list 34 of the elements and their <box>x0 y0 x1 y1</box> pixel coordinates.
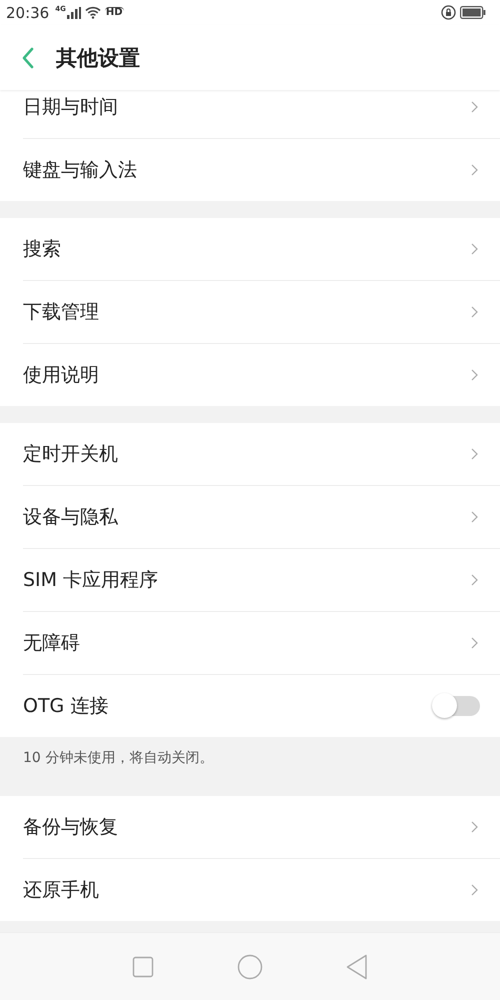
chevron-icon[interactable] <box>471 821 478 833</box>
chevron-icon[interactable] <box>471 101 478 113</box>
chevron-icon[interactable] <box>471 511 478 523</box>
chevron-icon[interactable] <box>471 243 478 255</box>
setting-label[interactable]: 设备与隐私 <box>23 504 118 530</box>
status-time: 20:36 <box>6 4 50 22</box>
setting-label[interactable]: 搜索 <box>23 236 61 262</box>
chevron-icon[interactable] <box>471 306 478 318</box>
chevron-icon[interactable] <box>471 448 478 460</box>
setting-label[interactable]: 还原手机 <box>23 877 99 903</box>
setting-label[interactable]: 日期与时间 <box>23 94 118 120</box>
setting-label[interactable]: 备份与恢复 <box>23 814 118 840</box>
hd-indicator: HD <box>104 7 124 18</box>
setting-label[interactable]: SIM 卡应用程序 <box>23 567 158 593</box>
setting-label[interactable]: 下载管理 <box>23 299 99 325</box>
rotation-lock-icon <box>441 5 456 20</box>
recent-apps-icon[interactable] <box>132 956 154 978</box>
page-title: 其他设置 <box>56 44 140 72</box>
home-icon[interactable] <box>236 954 263 980</box>
footnote: 10 分钟未使用，将自动关闭。 <box>22 749 214 768</box>
setting-label[interactable]: 无障碍 <box>23 630 80 656</box>
back-nav-icon[interactable] <box>346 954 368 980</box>
setting-label[interactable]: OTG 连接 <box>23 693 108 719</box>
wifi-icon <box>84 6 101 19</box>
chevron-icon[interactable] <box>471 369 478 381</box>
chevron-icon[interactable] <box>471 164 478 176</box>
chevron-icon[interactable] <box>471 637 478 649</box>
setting-label[interactable]: 键盘与输入法 <box>23 157 137 183</box>
signal-icon <box>66 6 81 18</box>
chevron-icon[interactable] <box>471 574 478 586</box>
chevron-icon[interactable] <box>471 884 478 896</box>
setting-label[interactable]: 定时开关机 <box>23 441 118 467</box>
setting-label[interactable]: 使用说明 <box>23 362 99 388</box>
battery-icon <box>460 6 486 19</box>
